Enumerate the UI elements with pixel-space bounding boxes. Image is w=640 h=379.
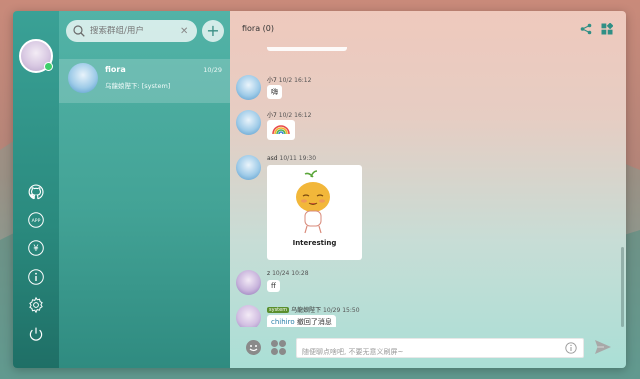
chat-panel: fiora (0) 小7 10/2 16:12 嗨 小7 10/2 16:12 [230,11,626,368]
message-scrollbar[interactable] [621,247,624,327]
conversation-avatar [68,63,98,93]
sidebar: APP ¥ [13,11,59,368]
chat-header: fiora (0) [230,11,626,47]
message-meta: system 乌龍娘陛下 10/29 15:50 [267,307,360,314]
message-avatar[interactable] [236,75,261,100]
message-avatar[interactable] [236,270,261,295]
message-bubble [267,120,295,140]
message-list: 小7 10/2 16:12 嗨 小7 10/2 16:12 asd 10/11 … [230,47,626,327]
message-input-box[interactable] [296,338,584,361]
group-info-icon[interactable] [601,23,613,35]
emoji-button-icon[interactable] [245,339,262,356]
search-bar[interactable]: ✕ [66,20,197,42]
share-icon[interactable] [580,23,592,35]
input-info-icon[interactable] [565,342,577,354]
message-meta: z 10/24 10:28 [267,270,309,277]
sticker-image: Interesting [293,170,337,247]
yen-icon[interactable]: ¥ [27,239,45,257]
message-bubble: chihiro 撤回了消息 [267,315,336,327]
conversation-preview: 乌龍娘陛下: [system] [105,82,171,90]
clear-search-icon[interactable]: ✕ [180,26,188,37]
message-bubble: 嗨 [267,85,282,99]
rainbow-emoji-icon [272,125,290,135]
search-input[interactable] [90,26,178,36]
svg-text:APP: APP [32,218,41,224]
partial-message-bubble [267,47,347,51]
message-avatar[interactable] [236,305,261,327]
svg-text:¥: ¥ [33,244,39,254]
settings-icon[interactable] [27,296,45,314]
apps-button-icon[interactable] [270,339,287,356]
search-icon [73,25,85,37]
online-status-dot [44,62,53,71]
add-group-button[interactable]: + [202,20,224,42]
message-bubble: ff [267,280,280,292]
github-icon[interactable] [27,183,45,201]
conversation-item-fiora[interactable]: fiora 10/29 乌龍娘陛下: [system] [59,59,230,103]
conversation-list-panel: ✕ + fiora 10/29 乌龍娘陛下: [system] [59,11,230,368]
app-icon[interactable]: APP [27,211,45,229]
conversation-name: fiora [105,65,126,74]
message-avatar[interactable] [236,110,261,135]
message-input-bar [230,327,626,368]
sticker-message[interactable]: Interesting [267,165,362,260]
message-meta: 小7 10/2 16:12 [267,112,312,119]
user-avatar[interactable] [19,39,53,73]
info-icon[interactable] [27,268,45,286]
svg-text:Interesting: Interesting [293,239,337,247]
system-badge: system [267,307,290,313]
app-window: APP ¥ ✕ + fiora 10/29 乌龍娘陛下: [system] [13,11,626,368]
chat-title: fiora (0) [242,24,274,33]
send-icon[interactable] [594,338,612,356]
power-icon[interactable] [27,325,45,343]
message-avatar[interactable] [236,155,261,180]
message-meta: asd 10/11 19:30 [267,155,317,162]
message-meta: 小7 10/2 16:12 [267,77,312,84]
conversation-time: 10/29 [203,66,222,74]
message-input[interactable] [302,343,552,361]
